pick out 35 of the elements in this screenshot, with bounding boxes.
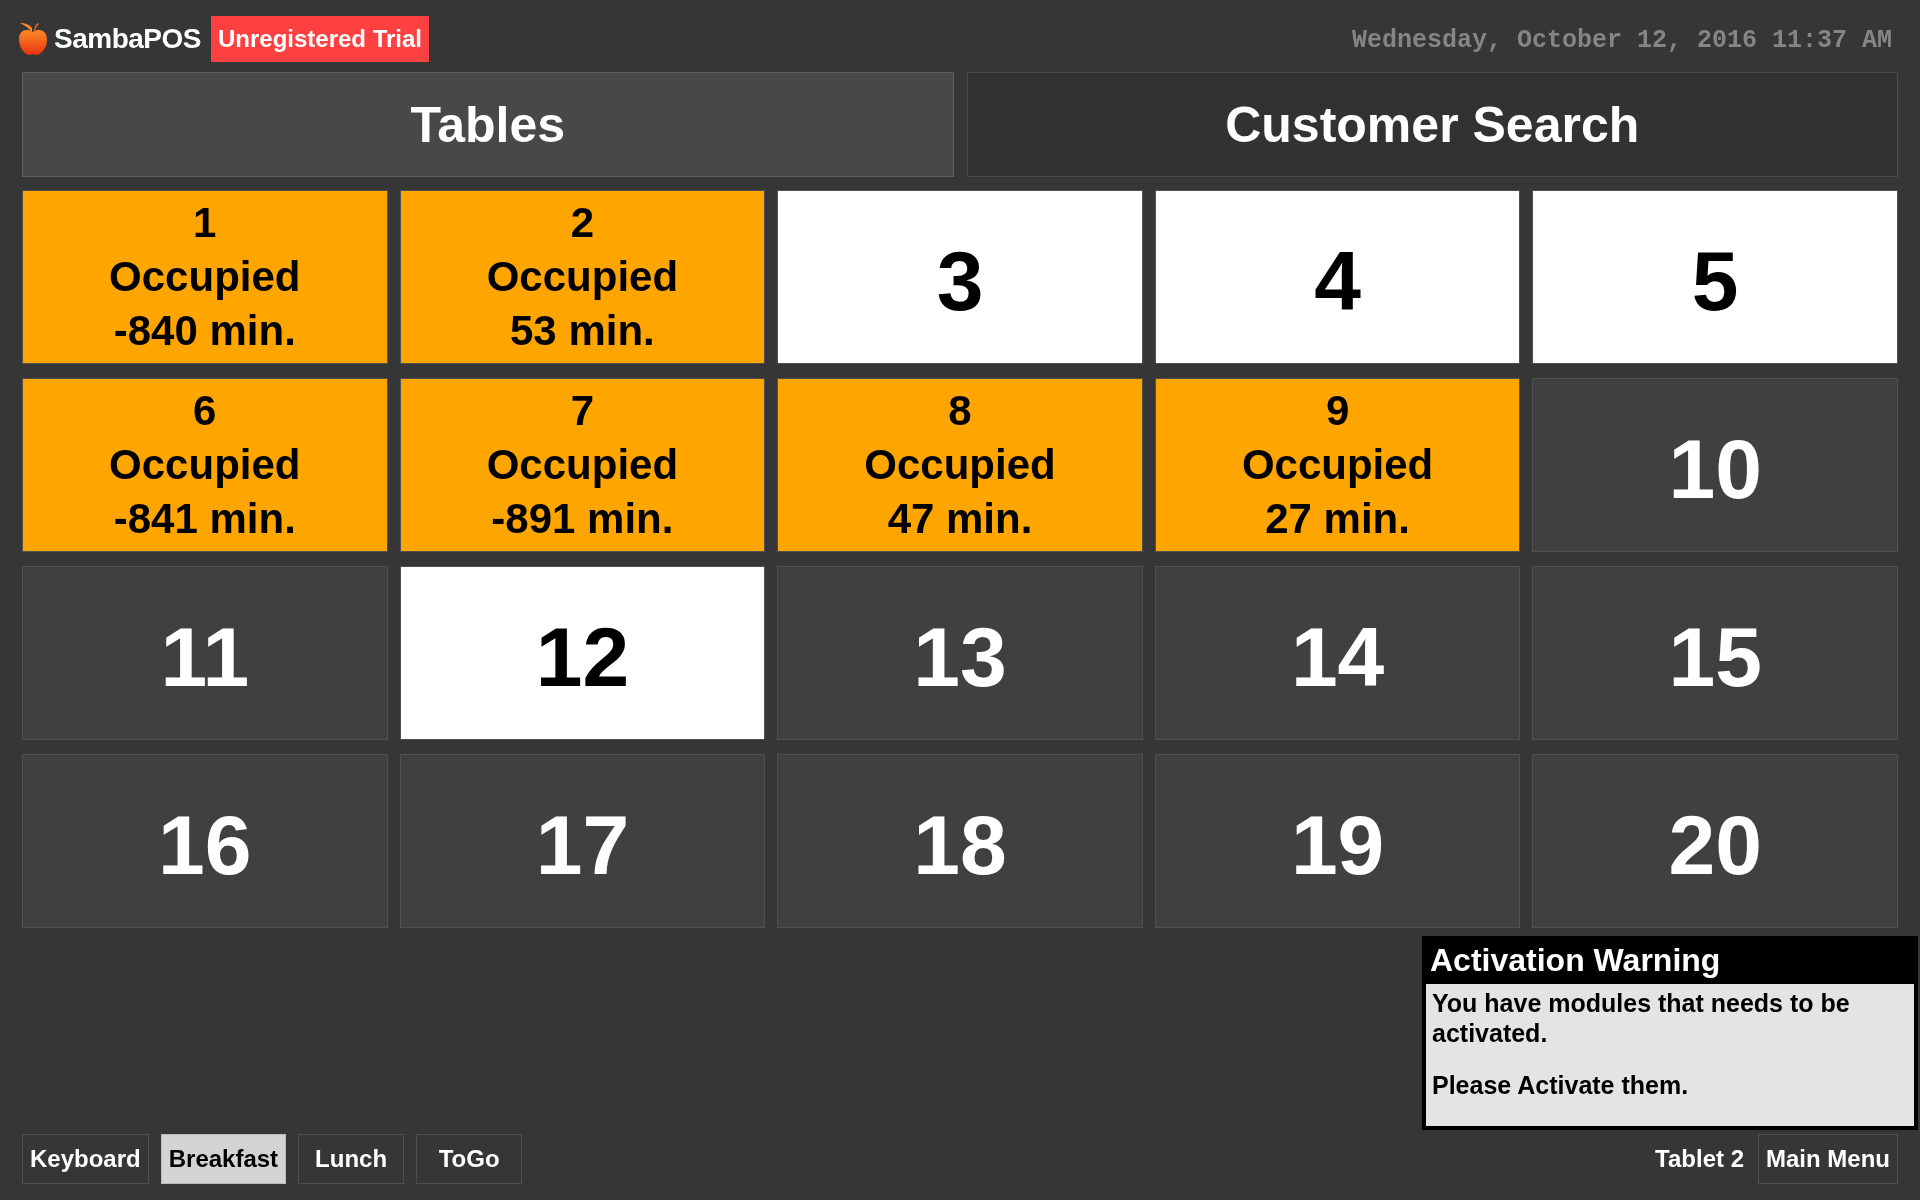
- main-menu-button[interactable]: Main Menu: [1758, 1134, 1898, 1184]
- table-button[interactable]: 19: [1154, 754, 1521, 928]
- popup-message: You have modules that needs to be activated.: [1432, 988, 1851, 1048]
- trial-badge: Unregistered Trial: [210, 16, 430, 62]
- table-button[interactable]: 4: [1154, 190, 1521, 364]
- menu-button[interactable]: Keyboard: [22, 1134, 149, 1184]
- table-button[interactable]: 8 Occupied 47 min.: [777, 378, 1143, 552]
- popup-title: Activation Warning: [1429, 941, 1722, 980]
- table-button[interactable]: 20: [1532, 754, 1898, 928]
- table-button[interactable]: 11: [22, 566, 388, 740]
- table-button[interactable]: 18: [777, 754, 1143, 928]
- table-button[interactable]: 7 Occupied -891 min.: [399, 378, 766, 552]
- app-name: SambaPOS: [54, 23, 201, 55]
- popup-message: Please Activate them.: [1432, 1070, 1690, 1100]
- screen-tab[interactable]: Customer Search: [966, 72, 1898, 177]
- table-button[interactable]: 9 Occupied 27 min.: [1154, 378, 1521, 552]
- date-time: Wednesday, October 12, 2016 11:37 AM: [1351, 26, 1892, 55]
- terminal-name: Tablet 2: [1655, 1145, 1744, 1173]
- table-button[interactable]: 6 Occupied -841 min.: [22, 378, 388, 552]
- table-button[interactable]: 12: [399, 566, 766, 740]
- table-button[interactable]: 16: [22, 754, 388, 928]
- apple-icon: [18, 22, 48, 56]
- table-button[interactable]: 3: [777, 190, 1143, 364]
- menu-button[interactable]: Breakfast: [160, 1134, 287, 1184]
- table-button[interactable]: 15: [1532, 566, 1898, 740]
- table-button[interactable]: 10: [1532, 378, 1898, 552]
- table-button[interactable]: 14: [1154, 566, 1521, 740]
- menu-button[interactable]: Lunch: [298, 1134, 405, 1184]
- screen-tab[interactable]: Tables: [22, 72, 954, 177]
- table-button[interactable]: 17: [399, 754, 766, 928]
- table-button[interactable]: 13: [777, 566, 1143, 740]
- table-button[interactable]: 5: [1532, 190, 1898, 364]
- table-button[interactable]: 1 Occupied -840 min.: [22, 190, 388, 364]
- menu-button[interactable]: ToGo: [416, 1134, 523, 1184]
- table-button[interactable]: 2 Occupied 53 min.: [399, 190, 766, 364]
